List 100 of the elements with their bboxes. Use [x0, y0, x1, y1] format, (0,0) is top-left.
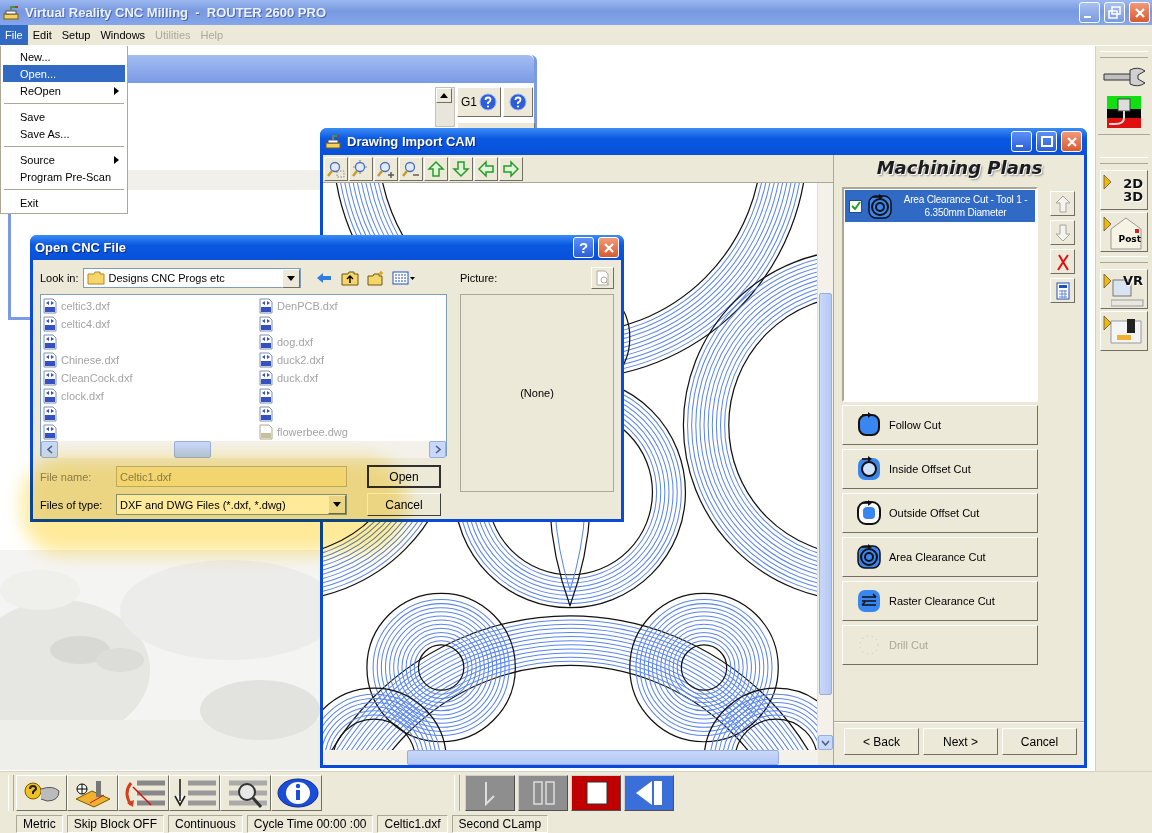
scroll-left-button[interactable] — [41, 441, 58, 458]
mode-2d-3d-button[interactable]: 2D 3D — [1100, 170, 1148, 210]
menu-entry[interactable]: ReOpen — [3, 82, 125, 99]
scroll-up-button[interactable] — [436, 88, 452, 103]
nav-button[interactable]: Cancel — [1002, 728, 1077, 755]
cancel-button[interactable]: Cancel — [367, 493, 441, 516]
triangle-icon — [1103, 174, 1112, 190]
pause-button[interactable] — [518, 775, 568, 811]
open-button[interactable]: Open — [367, 465, 441, 488]
menu-entry[interactable]: Program Pre-Scan — [3, 168, 125, 185]
file-type-dropdown[interactable]: DXF and DWG Files (*.dxf, *.dwg) — [116, 494, 347, 515]
tool-button[interactable] — [16, 775, 67, 811]
code-help-button[interactable]: G1 — [457, 87, 501, 117]
look-in-dropdown[interactable]: Designs CNC Progs etc — [82, 268, 301, 288]
minimize-button[interactable] — [1011, 131, 1032, 152]
toolbar-button[interactable] — [499, 156, 523, 181]
checkmark-icon — [850, 201, 861, 211]
cut-button[interactable]: Raster Clearance Cut — [842, 581, 1038, 621]
cable-plug-icon[interactable] — [1107, 96, 1141, 128]
menu-entry[interactable]: Exit — [3, 194, 125, 211]
calculator-icon — [1055, 281, 1070, 300]
cut-button[interactable]: Follow Cut — [842, 405, 1038, 445]
status-panel: Metric — [16, 814, 63, 833]
tool-button[interactable] — [271, 775, 322, 811]
delete-icon — [1055, 252, 1070, 271]
submenu-arrow-icon — [114, 155, 119, 164]
close-button[interactable] — [598, 237, 619, 258]
toolbar-button[interactable] — [399, 156, 423, 181]
cut-button[interactable]: Area Clearance Cut — [842, 537, 1038, 577]
status-panel: Cycle Time 00:00 :00 — [246, 814, 374, 833]
toolbar-button[interactable] — [424, 156, 448, 181]
up-folder-button[interactable] — [338, 268, 361, 288]
help-button[interactable]: ? — [573, 237, 594, 258]
close-button[interactable] — [1129, 2, 1150, 23]
panel-title: Machining Plans — [876, 157, 1043, 178]
nav-button[interactable]: Next > — [923, 728, 998, 755]
dxf-file-icon — [258, 388, 274, 404]
dialog-title: Open CNC File — [35, 240, 127, 255]
preview-button[interactable] — [591, 267, 614, 289]
vertical-scrollbar[interactable] — [817, 183, 833, 750]
arrow-up-icon — [426, 158, 446, 179]
help-button[interactable] — [503, 87, 533, 117]
menu-entry[interactable]: Open... — [3, 65, 125, 82]
arrow-down-icon — [451, 158, 471, 179]
toolbar-button[interactable] — [349, 156, 373, 181]
view-menu-button[interactable] — [390, 268, 417, 288]
status-panel: Celtic1.dxf — [377, 814, 448, 833]
reverse-button[interactable] — [624, 775, 674, 811]
feed-button[interactable] — [465, 775, 515, 811]
help-icon — [479, 93, 497, 111]
menu-entry[interactable]: Source — [3, 151, 125, 168]
horizontal-scrollbar[interactable] — [323, 750, 818, 765]
toolbar-grip[interactable] — [8, 775, 14, 811]
scroll-down-button[interactable] — [818, 735, 833, 750]
checkbox[interactable] — [849, 199, 862, 213]
delete-button[interactable] — [1050, 249, 1075, 274]
toolbar-button[interactable] — [474, 156, 498, 181]
scroll-thumb[interactable] — [819, 293, 832, 695]
machine-button[interactable] — [1100, 311, 1148, 351]
stop-button[interactable] — [571, 775, 621, 811]
menu-entry[interactable]: Save As... — [3, 125, 125, 142]
concentric-rings-icon — [855, 542, 883, 572]
horizontal-scrollbar[interactable] — [41, 441, 446, 458]
plan-item[interactable]: Area Clearance Cut - Tool 1 - 6.350mm Diameter — [845, 190, 1035, 222]
tool-button[interactable] — [67, 775, 118, 811]
toolbar-grip[interactable] — [454, 775, 460, 811]
cut-button[interactable]: Outside Offset Cut — [842, 493, 1038, 533]
post-button[interactable]: Post — [1100, 212, 1148, 252]
scrollbar[interactable] — [435, 87, 455, 127]
scroll-right-button[interactable] — [429, 441, 446, 458]
step-down-icon — [171, 777, 218, 809]
restore-button[interactable] — [1104, 2, 1125, 23]
scroll-thumb[interactable] — [407, 750, 779, 765]
close-button[interactable] — [1061, 131, 1082, 152]
calculator-button[interactable] — [1050, 278, 1075, 303]
minimize-button[interactable] — [1079, 2, 1100, 23]
view-list-icon — [391, 271, 416, 285]
menu-item[interactable]: File — [0, 25, 28, 45]
menu-item[interactable]: Edit — [27, 25, 57, 45]
tool-button[interactable] — [169, 775, 220, 811]
menu-item[interactable]: Windows — [95, 25, 151, 45]
computer-icon — [1111, 278, 1145, 308]
nav-button[interactable]: < Back — [844, 728, 919, 755]
dwg-file-icon — [258, 424, 274, 440]
toolbar-button[interactable] — [324, 156, 348, 181]
cut-button[interactable]: Inside Offset Cut — [842, 449, 1038, 489]
vr-button[interactable]: VR — [1100, 269, 1148, 309]
toolbar-button[interactable] — [449, 156, 473, 181]
dropdown-arrow-icon — [333, 502, 341, 507]
menu-entry[interactable]: Save — [3, 108, 125, 125]
minimize-icon — [1016, 145, 1023, 147]
menu-item[interactable]: Setup — [56, 25, 96, 45]
triangle-icon — [1103, 315, 1112, 331]
maximize-button[interactable] — [1036, 131, 1057, 152]
menu-entry[interactable]: New... — [3, 48, 125, 65]
scroll-thumb[interactable] — [174, 441, 211, 458]
document-magnifier-icon — [594, 270, 611, 286]
tool-button[interactable] — [220, 775, 271, 811]
toolbar-button[interactable] — [374, 156, 398, 181]
dropdown-arrow-icon — [286, 275, 295, 281]
